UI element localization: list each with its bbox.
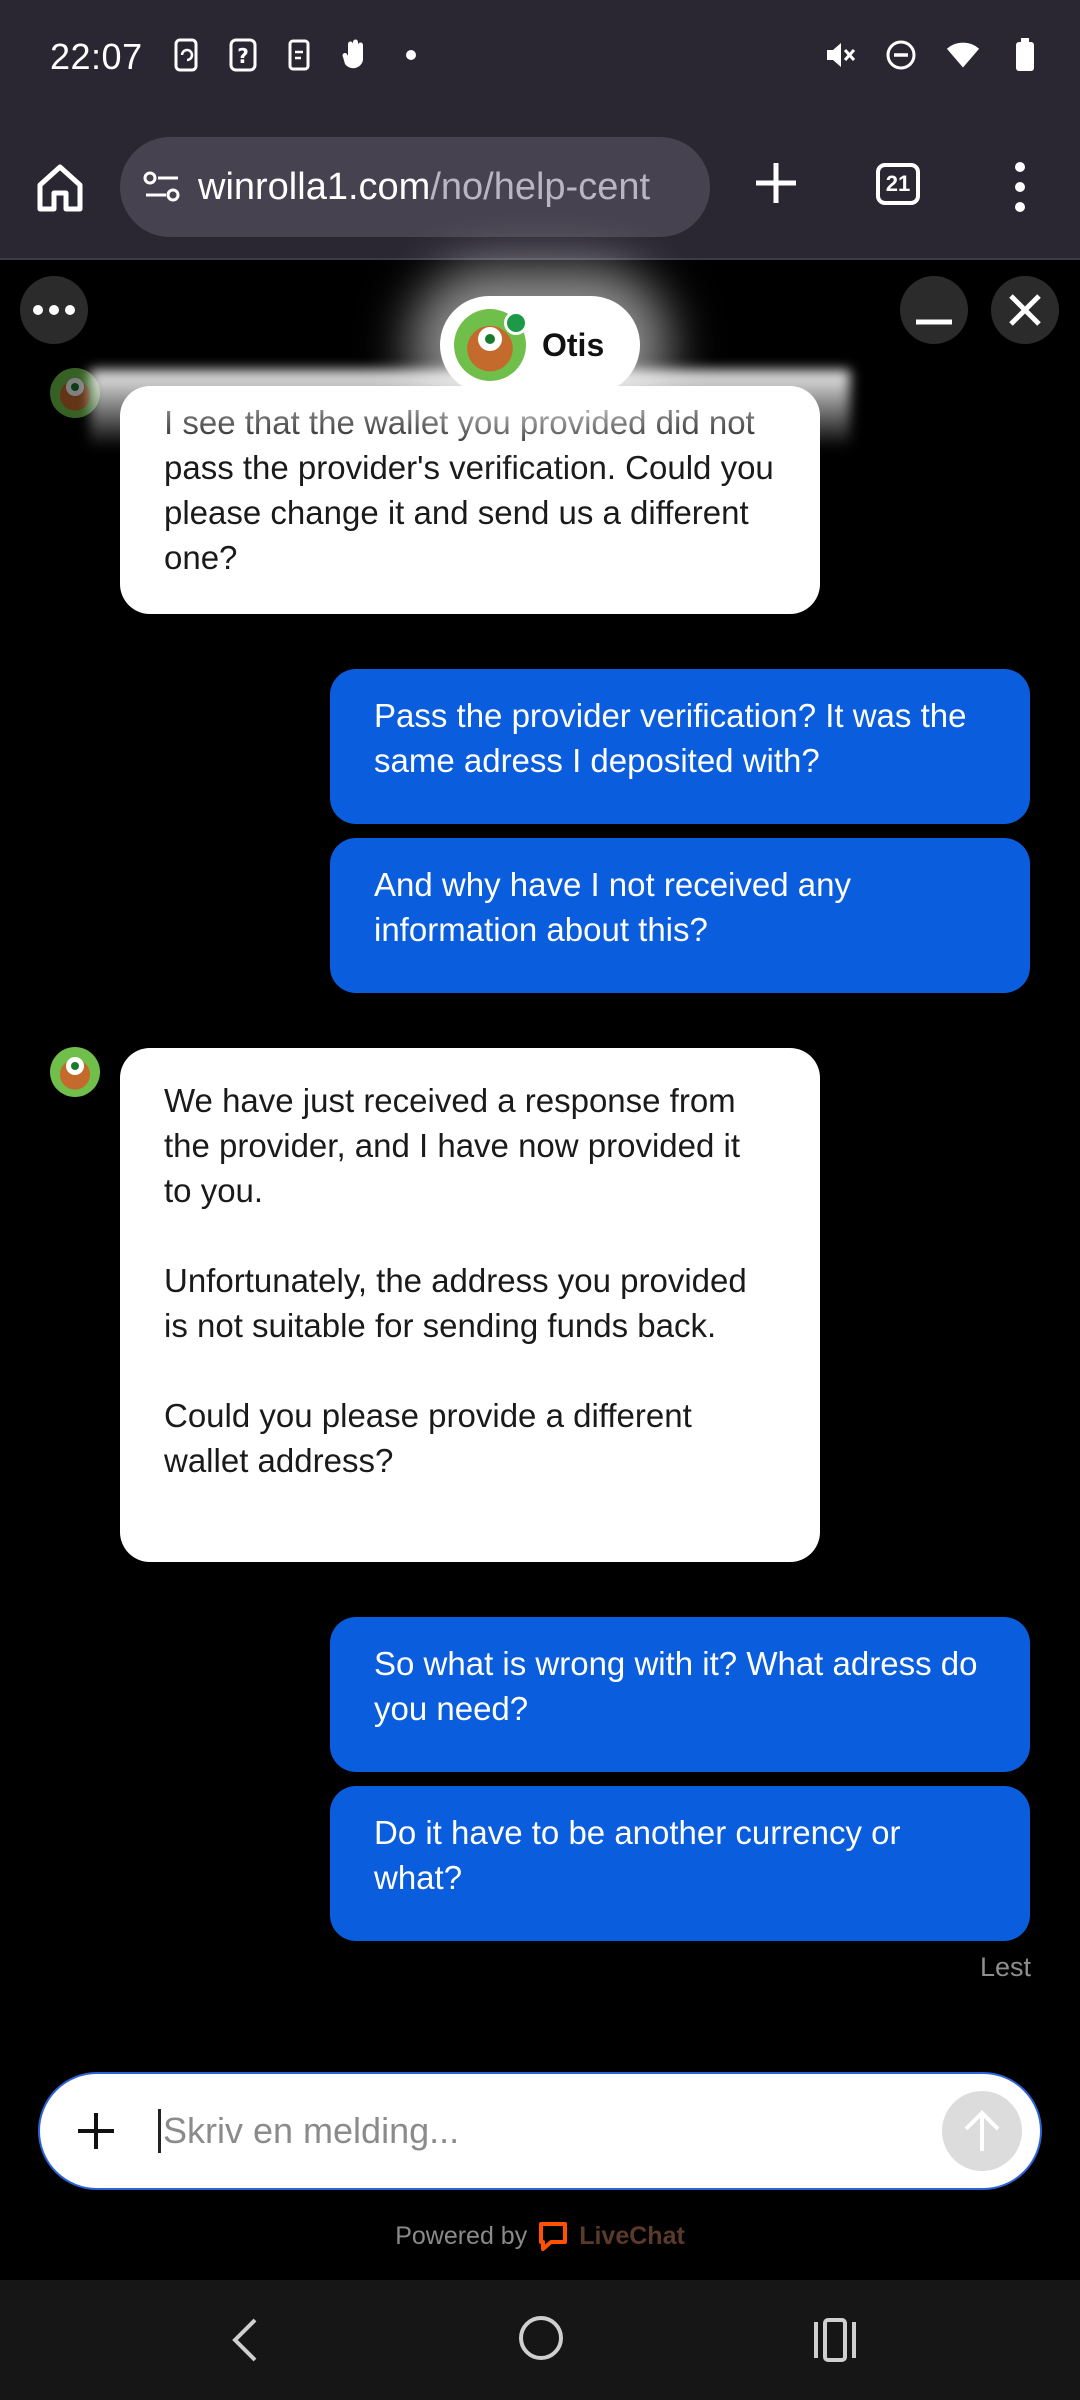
send-button[interactable] <box>942 2091 1022 2171</box>
url-path: /no/help-cent <box>430 165 651 208</box>
agent-avatar <box>454 309 528 381</box>
powered-by[interactable]: Powered by LiveChat <box>0 2220 1080 2252</box>
system-nav-bar <box>0 2280 1080 2400</box>
new-tab-icon[interactable] <box>748 155 804 211</box>
arrow-up-icon <box>964 2110 1000 2151</box>
message-input-placeholder: Skriv en melding... <box>163 2110 460 2151</box>
site-settings-icon[interactable] <box>140 165 184 209</box>
url-text: winrolla1.com/no/help-cent <box>198 166 650 209</box>
dot-icon <box>394 38 428 72</box>
browser-toolbar: winrolla1.com/no/help-cent 21 <box>0 115 1080 260</box>
question-box-icon: ? <box>226 38 260 72</box>
overflow-menu-icon[interactable] <box>1000 157 1040 217</box>
recent-apps-icon[interactable] <box>812 2314 858 2366</box>
battery-icon <box>1008 38 1042 72</box>
user-message: Do it have to be another currency or wha… <box>330 1786 1030 1941</box>
home-icon[interactable] <box>32 159 88 215</box>
user-message: So what is wrong with it? What adress do… <box>330 1617 1030 1772</box>
user-message: Pass the provider verification? It was t… <box>330 669 1030 824</box>
attach-icon[interactable] <box>72 2107 120 2155</box>
url-domain: winrolla1.com <box>198 165 431 208</box>
clipboard-icon <box>282 38 316 72</box>
text-caret <box>158 2109 161 2153</box>
minimize-icon[interactable] <box>900 276 968 344</box>
read-status: Lest <box>979 1952 1031 1982</box>
agent-message: We have just received a response from th… <box>120 1048 820 1562</box>
address-bar[interactable]: winrolla1.com/no/help-cent <box>120 137 710 237</box>
svg-text:?: ? <box>237 44 249 68</box>
hand-icon <box>338 38 372 72</box>
powered-by-label: Powered by <box>395 2221 528 2250</box>
status-bar: 22:07 ? <box>0 0 1080 115</box>
back-icon[interactable] <box>225 2312 265 2368</box>
livechat-logo-icon <box>539 2222 568 2251</box>
chat-options-icon[interactable] <box>20 276 88 344</box>
home-nav-icon[interactable] <box>519 2316 563 2360</box>
do-not-disturb-icon <box>884 38 918 72</box>
phone-sync-icon <box>170 38 204 72</box>
agent-header[interactable]: Otis <box>440 296 640 394</box>
close-icon[interactable] <box>991 276 1059 344</box>
tab-switcher-button[interactable]: 21 <box>876 163 920 205</box>
vibrate-off-icon <box>822 38 856 72</box>
message-input[interactable]: Skriv en melding... <box>158 2109 942 2153</box>
wifi-icon <box>946 38 980 72</box>
agent-name: Otis <box>542 326 605 363</box>
agent-avatar <box>50 1047 100 1097</box>
user-message: And why have I not received any informat… <box>330 838 1030 993</box>
livechat-brand: LiveChat <box>579 2221 685 2250</box>
message-composer: Skriv en melding... <box>38 2072 1042 2190</box>
online-status-dot <box>504 311 528 335</box>
clock: 22:07 <box>50 36 143 77</box>
